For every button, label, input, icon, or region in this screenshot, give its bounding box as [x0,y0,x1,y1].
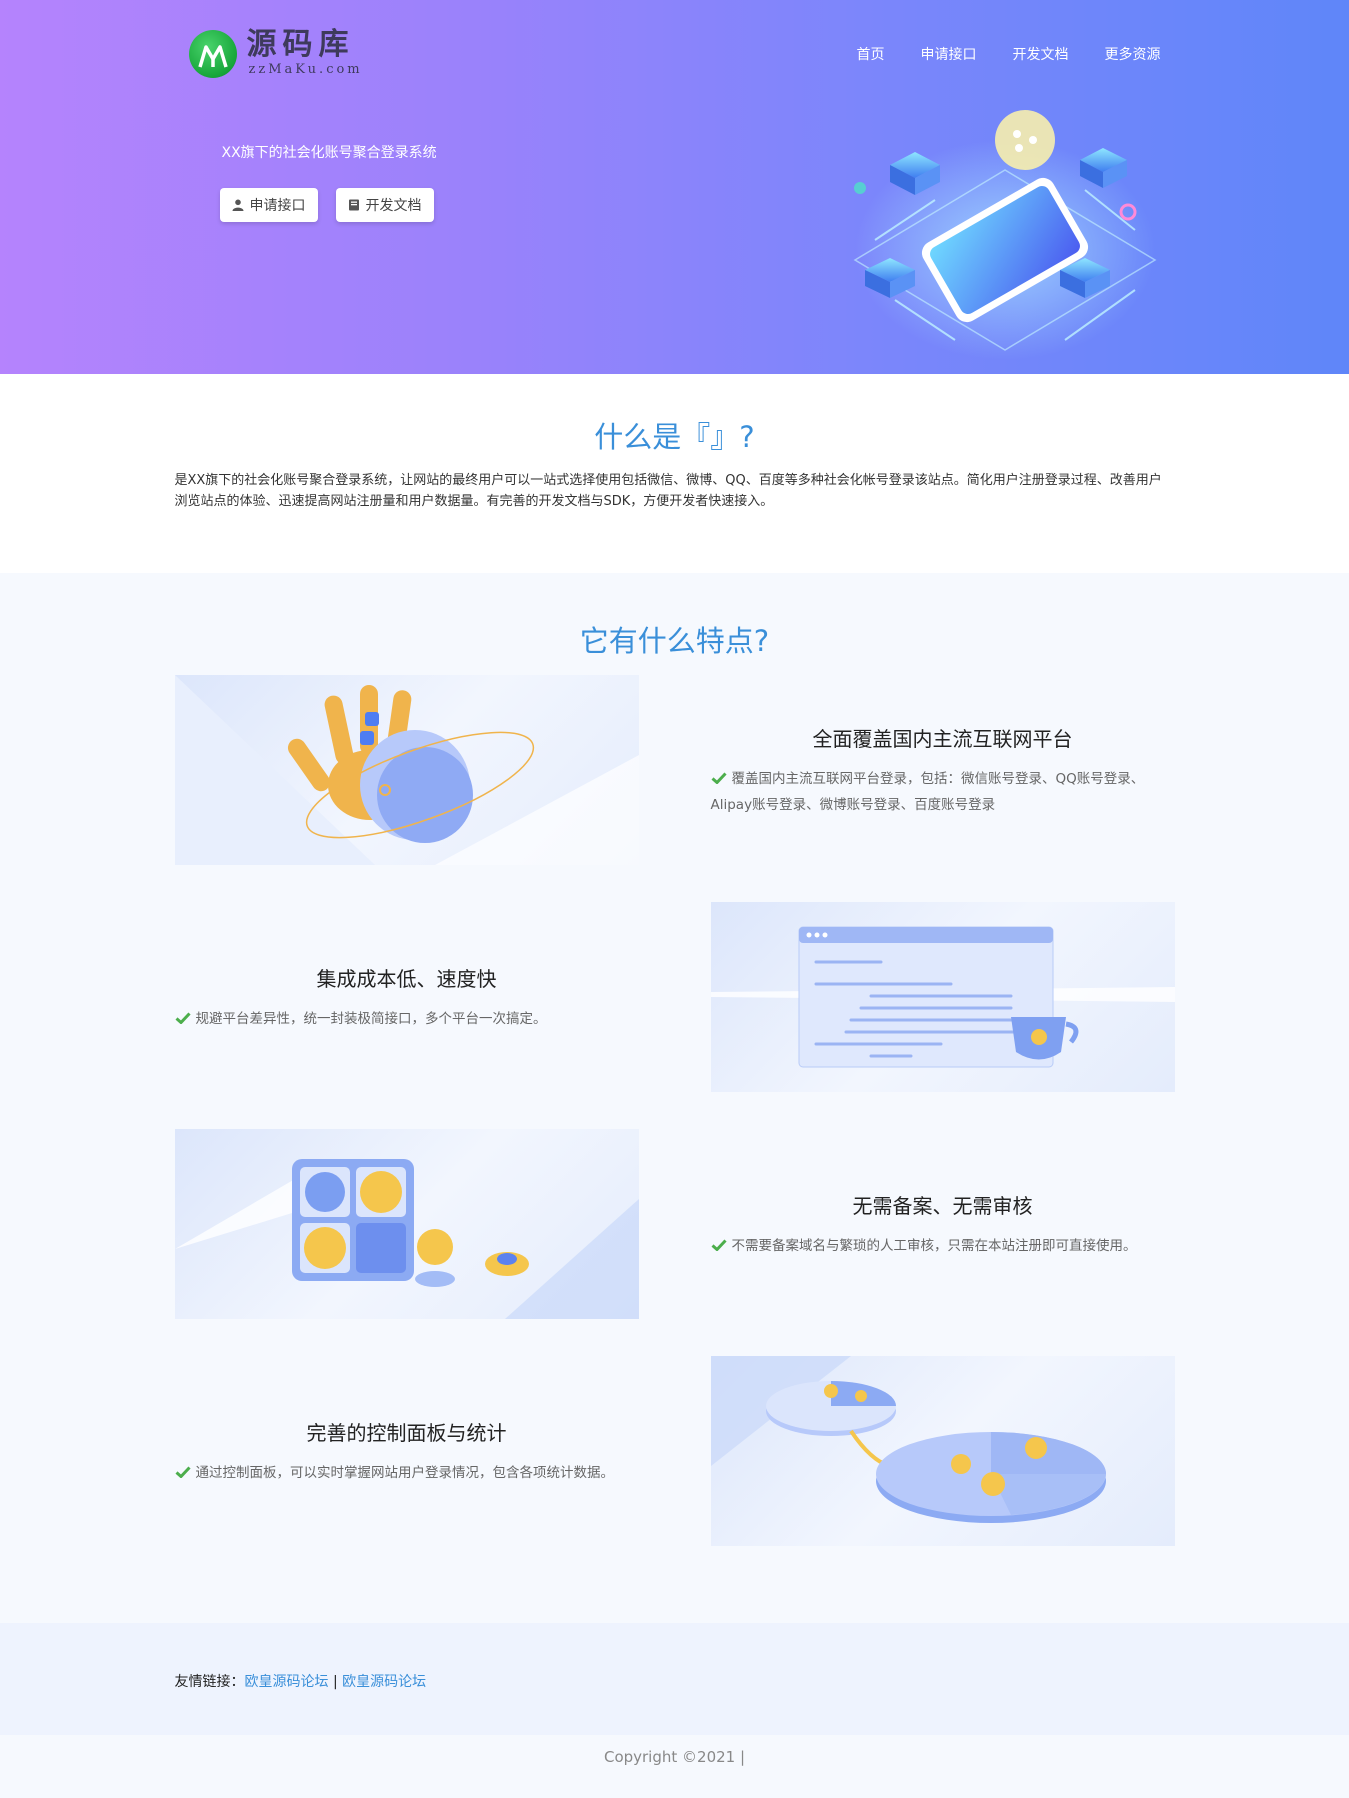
apply-api-label: 申请接口 [249,198,306,214]
feature-title: 无需备案、无需审核 [852,1193,1033,1218]
feature-title: 全面覆盖国内主流互联网平台 [812,726,1073,751]
pie-dashboard-illustration [710,1356,1175,1546]
about-title: 什么是『』? [594,420,755,454]
friendly-links-label: 友情链接： [174,1674,245,1690]
logo-subtitle: zzMaKu.com [248,62,363,77]
grid-blocks-illustration [174,1129,639,1319]
nav-more-resources[interactable]: 更多资源 [1105,44,1161,64]
site-logo[interactable]: 源码库 zzMaKu.com [188,27,363,78]
check-icon [711,771,727,784]
nav-dev-docs[interactable]: 开发文档 [1013,44,1069,64]
hero-banner: 源码库 zzMaKu.com 首页 申请接口 开发文档 更多资源 XX旗下的社会… [0,0,1349,374]
feature-row: 完善的控制面板与统计 通过控制面板，可以实时掌握网站用户登录情况，包含各项统计数… [175,1356,1175,1546]
hand-globe-illustration [174,675,639,865]
feature-description: 不需要备案域名与繁琐的人工审核，只需在本站注册即可直接使用。 [731,1237,1137,1254]
apply-api-button[interactable]: 申请接口 [219,188,318,222]
about-section: 什么是『』? 是XX旗下的社会化账号聚合登录系统，让网站的最终用户可以一站式选择… [0,374,1349,573]
feature-row: 集成成本低、速度快 规避平台差异性，统一封装极简接口，多个平台一次搞定。 [175,902,1175,1092]
feature-row: 无需备案、无需审核 不需要备案域名与繁琐的人工审核，只需在本站注册即可直接使用。 [174,1129,1175,1319]
phone-network-illustration [853,110,1156,360]
dev-docs-button[interactable]: 开发文档 [335,188,434,222]
top-navbar: 源码库 zzMaKu.com 首页 申请接口 开发文档 更多资源 [175,0,1175,110]
nav-home[interactable]: 首页 [857,44,885,64]
link-separator: | [332,1674,338,1690]
feature-row: 全面覆盖国内主流互联网平台 覆盖国内主流互联网平台登录，包括：微信账号登录、QQ… [174,675,1175,865]
copyright: Copyright ©2021 | [0,1735,1349,1798]
dev-docs-label: 开发文档 [365,198,422,214]
code-window-illustration [710,902,1175,1092]
logo-title: 源码库 [246,27,355,62]
book-icon [348,199,359,211]
feature-title: 集成成本低、速度快 [316,966,497,991]
check-icon [175,1465,191,1478]
friendly-links-section: 友情链接：欧皇源码论坛 | 欧皇源码论坛 [0,1623,1349,1735]
hero-slogan: XX旗下的社会化账号聚合登录系统 [221,145,437,161]
friendly-link[interactable]: 欧皇源码论坛 [342,1674,426,1690]
about-description: 是XX旗下的社会化账号聚合登录系统，让网站的最终用户可以一站式选择使用包括微信、… [174,473,1162,509]
main-nav: 首页 申请接口 开发文档 更多资源 [821,44,1161,64]
feature-description: 覆盖国内主流互联网平台登录，包括：微信账号登录、QQ账号登录、Alipay账号登… [710,770,1145,813]
feature-title: 完善的控制面板与统计 [306,1420,507,1445]
check-icon [711,1238,727,1251]
logo-icon [188,30,237,78]
friendly-link[interactable]: 欧皇源码论坛 [245,1674,329,1690]
features-section: 它有什么特点? 全面覆盖国内主流互联网平台 覆盖国内主流互联网平台登录，包括：微… [0,573,1349,1623]
check-icon [175,1011,191,1024]
feature-description: 通过控制面板，可以实时掌握网站用户登录情况，包含各项统计数据。 [195,1464,615,1481]
nav-apply-api[interactable]: 申请接口 [921,44,977,64]
feature-description: 规避平台差异性，统一封装极简接口，多个平台一次搞定。 [195,1010,547,1027]
features-title: 它有什么特点? [579,624,770,658]
user-icon [232,199,243,211]
